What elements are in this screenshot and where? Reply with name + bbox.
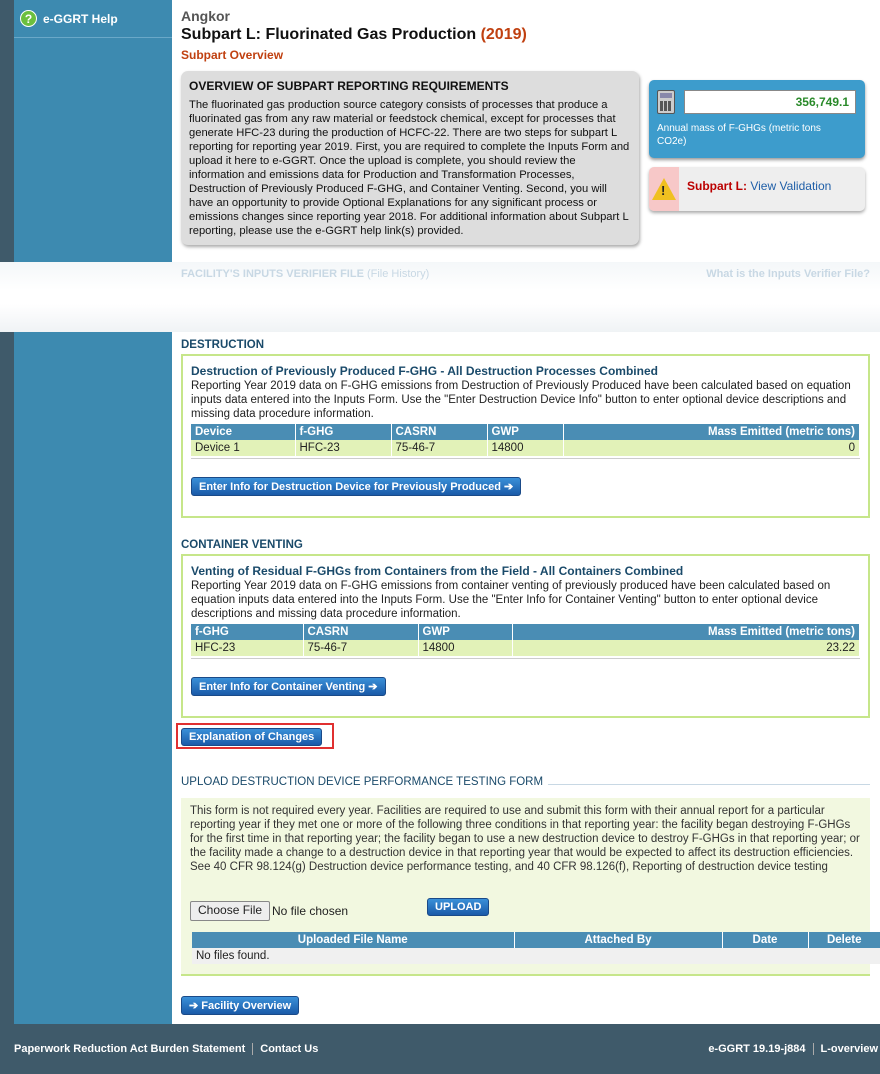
annual-mass-label: Annual mass of F-GHGs (metric tons CO2e) — [657, 123, 821, 147]
empty-message: No files found. — [192, 948, 880, 964]
destruction-title: Destruction of Previously Produced F-GHG… — [191, 364, 658, 378]
annual-mass-value: 356,749.1 — [684, 90, 856, 114]
inputs-verifier-help-link[interactable]: What is the Inputs Verifier File? — [706, 268, 870, 280]
explanation-of-changes-button[interactable]: Explanation of Changes — [181, 728, 323, 746]
divider — [191, 658, 860, 659]
table-cell: 75-46-7 — [391, 440, 488, 456]
column-header: CASRN — [303, 624, 419, 640]
table-cell: HFC-23 — [295, 440, 392, 456]
help-icon: ? — [20, 10, 37, 27]
destruction-table: Device f-GHG CASRN GWP Mass Emitted (met… — [191, 424, 860, 456]
table-row: HFC-23 75-46-7 14800 23.22 — [191, 640, 860, 656]
upload-button[interactable]: UPLOAD — [427, 898, 490, 916]
column-header: Device — [191, 424, 296, 440]
validation-label: Subpart L: — [687, 179, 747, 193]
table-cell: 14800 — [487, 440, 564, 456]
table-cell: 0 — [563, 440, 860, 456]
inputs-verifier-title: FACILITY'S INPUTS VERIFIER FILE (File Hi… — [181, 268, 429, 280]
divider — [812, 1043, 814, 1056]
table-cell: Device 1 — [191, 440, 296, 456]
warning-area: ! — [649, 167, 679, 211]
column-header: Uploaded File Name — [192, 932, 515, 948]
enter-container-venting-button[interactable]: Enter Info for Container Venting ➔ — [191, 677, 386, 696]
column-header: Delete — [808, 932, 880, 948]
upload-panel: This form is not required every year. Fa… — [181, 798, 880, 976]
column-header: GWP — [487, 424, 564, 440]
version-text: e-GGRT 19.19-j884 — [708, 1043, 806, 1055]
annual-mass-box: 356,749.1 Annual mass of F-GHGs (metric … — [649, 80, 865, 158]
destruction-section-label: DESTRUCTION — [181, 339, 265, 351]
footer-left: Paperwork Reduction Act Burden Statement… — [14, 1043, 318, 1056]
validation-box: ! Subpart L: View Validation — [649, 167, 865, 211]
button-label: Facility Overview — [201, 1000, 292, 1012]
validation-text: Subpart L: View Validation — [687, 179, 831, 193]
no-file-chosen: No file chosen — [272, 904, 349, 918]
container-title: Venting of Residual F-GHGs from Containe… — [191, 564, 684, 578]
main-content: Angkor Subpart L: Fluorinated Gas Produc… — [0, 0, 880, 1024]
view-validation-link[interactable]: View Validation — [750, 179, 831, 193]
column-header: CASRN — [391, 424, 488, 440]
container-table: f-GHG CASRN GWP Mass Emitted (metric ton… — [191, 624, 860, 656]
page-title: Subpart L: Fluorinated Gas Production (2… — [181, 26, 527, 44]
help-link[interactable]: ? e-GGRT Help — [14, 0, 172, 38]
warning-icon: ! — [652, 178, 676, 200]
container-text: Reporting Year 2019 data on F-GHG emissi… — [191, 580, 831, 620]
footer: Paperwork Reduction Act Burden Statement… — [0, 1024, 880, 1074]
table-cell: 14800 — [418, 640, 513, 656]
uploaded-files-table: Uploaded File Name Attached By Date Dele… — [192, 932, 880, 964]
table-cell: HFC-23 — [191, 640, 304, 656]
column-header: Mass Emitted (metric tons) — [563, 424, 860, 440]
footer-right: e-GGRT 19.19-j884 L-overview — [708, 1043, 878, 1056]
file-history-link[interactable]: (File History) — [367, 268, 429, 280]
container-section-label: CONTAINER VENTING — [181, 539, 303, 551]
button-label: Enter Info for Destruction Device for Pr… — [199, 481, 501, 493]
table-row: Device 1 HFC-23 75-46-7 14800 0 — [191, 440, 860, 456]
destruction-panel: Destruction of Previously Produced F-GHG… — [181, 354, 870, 518]
calculator-icon — [657, 90, 675, 114]
overview-box: OVERVIEW OF SUBPART REPORTING REQUIREMEN… — [181, 71, 639, 245]
page-title-text: Subpart L: Fluorinated Gas Production — [181, 26, 477, 43]
column-header: Mass Emitted (metric tons) — [512, 624, 860, 640]
facility-overview-button[interactable]: ➔ Facility Overview — [181, 996, 300, 1015]
paperwork-link[interactable]: Paperwork Reduction Act Burden Statement — [14, 1043, 245, 1055]
upload-heading: UPLOAD DESTRUCTION DEVICE PERFORMANCE TE… — [181, 776, 544, 788]
table-cell: 23.22 — [512, 640, 860, 656]
column-header: Attached By — [514, 932, 723, 948]
sidebar: ? e-GGRT Help — [14, 0, 172, 1024]
choose-file-button[interactable]: Choose File — [190, 901, 271, 921]
column-header: f-GHG — [295, 424, 392, 440]
overview-text: The fluorinated gas production source ca… — [189, 99, 630, 237]
column-header: Date — [722, 932, 809, 948]
table-cell: 75-46-7 — [303, 640, 419, 656]
table-row: No files found. — [192, 948, 880, 964]
container-panel: Venting of Residual F-GHGs from Containe… — [181, 554, 870, 718]
facility-name: Angkor — [181, 8, 230, 24]
page-subtitle: Subpart Overview — [181, 48, 284, 62]
button-label: Enter Info for Container Venting — [199, 681, 366, 693]
upload-text: This form is not required every year. Fa… — [190, 805, 860, 873]
help-label: e-GGRT Help — [43, 11, 118, 26]
column-header: GWP — [418, 624, 513, 640]
contact-us-link[interactable]: Contact Us — [260, 1043, 318, 1055]
page-id-text: L-overview — [820, 1043, 878, 1055]
overview-heading: OVERVIEW OF SUBPART REPORTING REQUIREMEN… — [189, 79, 509, 93]
reporting-year: (2019) — [480, 26, 527, 43]
column-header: f-GHG — [191, 624, 304, 640]
destruction-text: Reporting Year 2019 data on F-GHG emissi… — [191, 380, 851, 420]
divider — [548, 784, 870, 785]
inputs-verifier-heading: FACILITY'S INPUTS VERIFIER FILE — [181, 268, 364, 280]
divider — [252, 1043, 254, 1056]
enter-destruction-device-button[interactable]: Enter Info for Destruction Device for Pr… — [191, 477, 522, 496]
divider — [191, 458, 860, 459]
